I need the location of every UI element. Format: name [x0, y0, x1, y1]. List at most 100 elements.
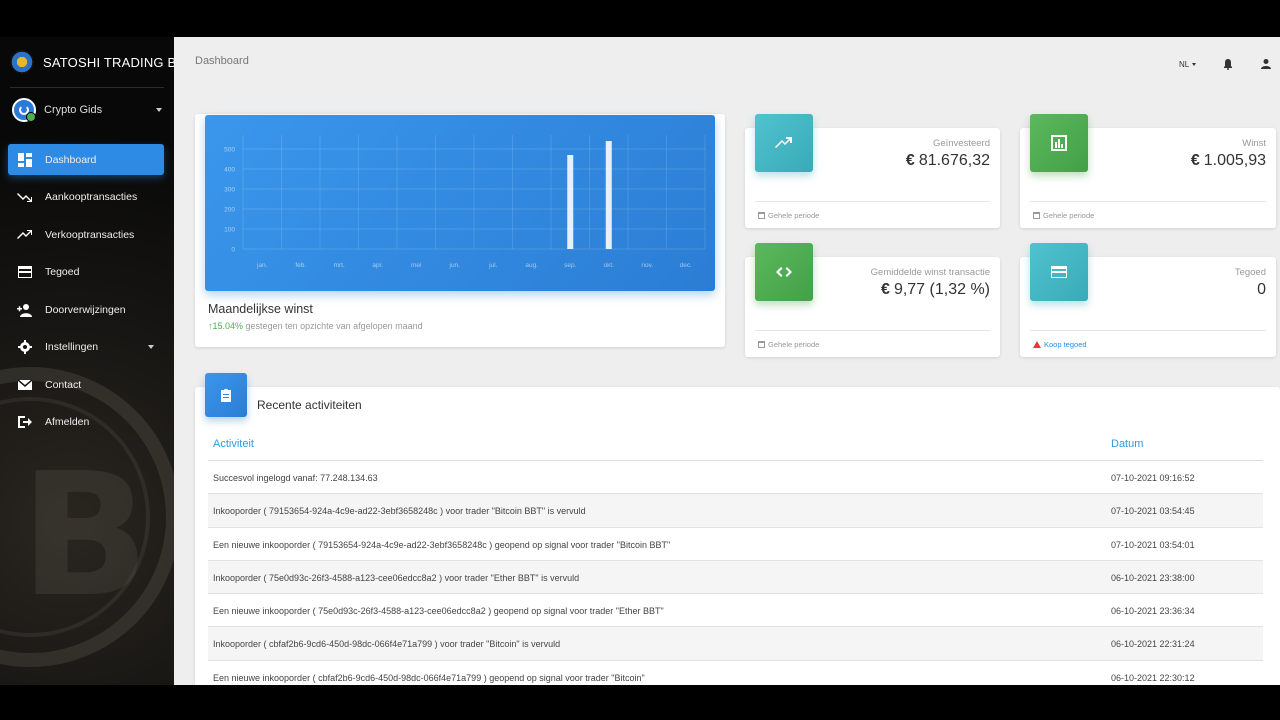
activity-cell: Inkooporder ( cbfaf2b6-9cd6-450d-98dc-06…: [213, 639, 561, 650]
x-tick-label: jun.: [449, 262, 461, 269]
sidebar-item-label: Afmelden: [45, 416, 90, 428]
table-body: Succesvol ingelogd vanaf: 77.248.134.63 0…: [208, 461, 1263, 685]
stat-amount: 1.005,93: [1203, 152, 1266, 169]
x-tick-label: sep.: [564, 262, 576, 269]
code-icon: [755, 243, 813, 301]
chart-title: Maandelijkse winst: [208, 302, 313, 316]
table-row: Inkooporder ( 75e0d93c-26f3-4588-a123-ce…: [208, 560, 1263, 595]
warning-icon: [1033, 341, 1041, 348]
main-content: Dashboard NL 0 100 200 300 400 500 jan. feb. mrt…: [174, 37, 1280, 685]
table-row: Een nieuwe inkooporder ( cbfaf2b6-9cd6-4…: [208, 661, 1263, 685]
currency-symbol: €: [905, 152, 915, 169]
activity-cell: Een nieuwe inkooporder ( 75e0d93c-26f3-4…: [213, 606, 664, 617]
bar-chart: 0 100 200 300 400 500 jan. feb. mrt. apr. mei jun. j…: [224, 135, 706, 269]
stat-footer-text: Gehele periode: [1043, 211, 1095, 220]
table-header: Activiteit Datum: [208, 432, 1263, 461]
language-selector[interactable]: NL: [1179, 60, 1197, 69]
sidebar-item-label: Tegoed: [45, 266, 80, 278]
sidebar-item-verkooptransacties[interactable]: Verkooptransacties: [8, 219, 164, 250]
person-icon[interactable]: [1260, 58, 1272, 70]
topbar: Dashboard NL: [174, 37, 1280, 85]
date-cell: 06-10-2021 22:30:12: [1111, 672, 1195, 683]
power-icon: [19, 105, 29, 115]
stat-footer-text: Koop tegoed: [1044, 340, 1087, 349]
divider: [1030, 330, 1266, 331]
user-menu[interactable]: Crypto Gids: [12, 97, 162, 123]
sidebar-item-dashboard[interactable]: Dashboard: [8, 144, 164, 175]
video-frame: B SATOSHI TRADING BOT Crypto Gids Dashbo…: [0, 0, 1280, 720]
sidebar-item-contact[interactable]: Contact: [8, 369, 164, 400]
activity-cell: Inkooporder ( 75e0d93c-26f3-4588-a123-ce…: [213, 572, 580, 583]
table-row: Een nieuwe inkooporder ( 79153654-924a-4…: [208, 528, 1263, 561]
stat-amount: 81.676,32: [918, 152, 990, 169]
y-tick-label: 300: [224, 187, 235, 194]
brand[interactable]: SATOSHI TRADING BOT: [10, 49, 174, 75]
mail-icon: [17, 378, 33, 392]
date-cell: 06-10-2021 22:31:24: [1111, 639, 1195, 650]
sidebar-divider: [10, 87, 164, 88]
y-tick-label: 400: [224, 167, 235, 174]
sidebar-item-aankooptransacties[interactable]: Aankooptransacties: [8, 182, 164, 213]
calendar-icon: [758, 341, 765, 348]
sidebar-item-label: Contact: [45, 378, 82, 391]
sidebar-item-label: Verkooptransacties: [45, 228, 135, 241]
y-tick-label: 0: [231, 247, 235, 254]
sidebar-item-afmelden[interactable]: Afmelden: [8, 407, 164, 438]
buy-credit-link[interactable]: Koop tegoed: [1033, 340, 1087, 349]
date-cell: 06-10-2021 23:36:34: [1111, 606, 1195, 617]
x-tick-label: mei: [411, 262, 421, 269]
stat-value: €81.676,32: [906, 152, 990, 170]
chevron-down-icon: [156, 108, 162, 112]
credit-card-icon: [17, 265, 33, 279]
activities-table: Activiteit Datum Succesvol ingelogd vana…: [208, 432, 1263, 685]
column-header-date[interactable]: Datum: [1111, 438, 1143, 450]
trending-up-icon: [17, 228, 33, 242]
table-row: Inkooporder ( 79153654-924a-4c9e-ad22-3e…: [208, 494, 1263, 528]
user-name: Crypto Gids: [44, 104, 103, 116]
bar-chart-icon: [1030, 114, 1088, 172]
bar: [605, 141, 612, 249]
column-header-activity[interactable]: Activiteit: [213, 438, 254, 450]
date-cell: 07-10-2021 03:54:01: [1111, 539, 1195, 550]
stat-card-invested: Geïnvesteerd €81.676,32 Gehele periode: [745, 114, 1000, 228]
card-title: Recente activiteiten: [257, 398, 362, 412]
date-cell: 06-10-2021 23:38:00: [1111, 572, 1195, 583]
x-tick-label: jul.: [488, 262, 498, 269]
calendar-icon: [758, 212, 765, 219]
divider: [755, 201, 990, 202]
activity-cell: Succesvol ingelogd vanaf: 77.248.134.63: [213, 473, 378, 483]
language-label: NL: [1179, 60, 1190, 69]
stat-label: Tegoed: [1234, 267, 1266, 278]
brand-logo-icon: [10, 50, 34, 74]
app-screen: B SATOSHI TRADING BOT Crypto Gids Dashbo…: [0, 37, 1280, 685]
stat-label: Geïnvesteerd: [932, 138, 990, 149]
person-add-icon: [17, 303, 33, 317]
stat-amount: 9,77 (1,32 %): [893, 281, 990, 298]
sidebar: B SATOSHI TRADING BOT Crypto Gids Dashbo…: [0, 37, 174, 685]
sidebar-item-tegoed[interactable]: Tegoed: [8, 257, 164, 288]
gear-icon: [17, 340, 33, 354]
brand-name: SATOSHI TRADING BOT: [43, 54, 174, 70]
change-text: gestegen ten opzichte van afgelopen maan…: [245, 321, 423, 331]
dashboard-icon: [17, 152, 33, 167]
monthly-profit-chart: 0 100 200 300 400 500 jan. feb. mrt. apr. mei jun. j…: [205, 115, 715, 291]
sidebar-item-label: Aankooptransacties: [45, 191, 138, 203]
y-tick-label: 500: [224, 147, 235, 154]
activity-cell: Een nieuwe inkooporder ( cbfaf2b6-9cd6-4…: [213, 672, 645, 683]
bitcoin-symbol-decoration: B: [20, 437, 150, 635]
stat-card-profit: Winst €1.005,93 Gehele periode: [1020, 114, 1276, 228]
sidebar-item-instellingen[interactable]: Instellingen: [8, 332, 164, 363]
bar: [567, 155, 574, 249]
table-row: Een nieuwe inkooporder ( 75e0d93c-26f3-4…: [208, 594, 1263, 628]
avatar: [12, 98, 36, 122]
stat-value: €9,77 (1,32 %): [881, 281, 990, 299]
x-tick-label: feb.: [295, 262, 306, 269]
chevron-down-icon: [148, 345, 154, 349]
sidebar-item-label: Doorverwijzingen: [45, 303, 126, 316]
logout-icon: [17, 415, 33, 429]
bell-icon[interactable]: [1222, 58, 1234, 70]
table-row: Succesvol ingelogd vanaf: 77.248.134.63 0…: [208, 461, 1263, 495]
sidebar-item-doorverwijzingen[interactable]: Doorverwijzingen: [8, 294, 164, 325]
clipboard-icon: [205, 373, 247, 417]
stat-footer: Gehele periode: [758, 340, 819, 349]
